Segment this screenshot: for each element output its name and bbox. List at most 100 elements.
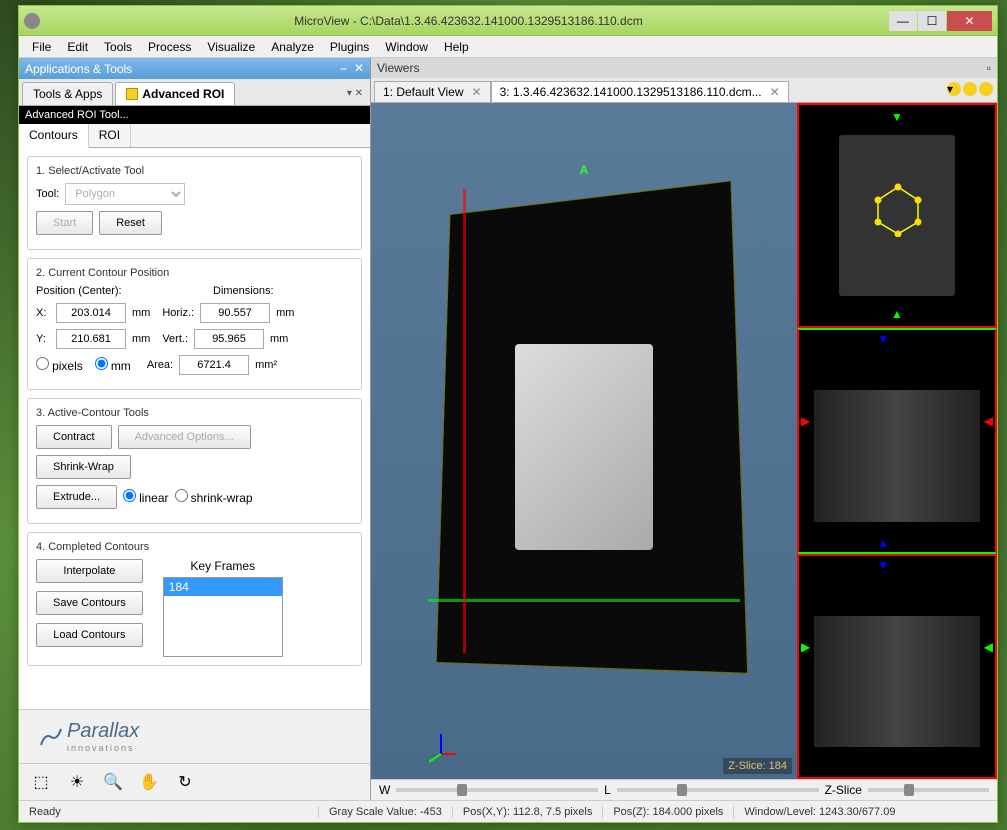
viewers-header-text: Viewers	[377, 61, 419, 75]
axial-slice-view[interactable]: ▼ ▲	[797, 103, 997, 328]
wl-sliders: W L Z-Slice	[371, 779, 997, 800]
vert-input[interactable]	[194, 329, 264, 349]
maximize-button[interactable]: ☐	[918, 11, 946, 31]
titlebar-text: MicroView - C:\Data\1.3.46.423632.141000…	[48, 14, 889, 28]
vert-label: Vert.:	[162, 333, 188, 345]
pan-icon[interactable]: ✋	[137, 770, 161, 794]
statusbar: Ready Gray Scale Value: -453 Pos(X,Y): 1…	[19, 800, 997, 822]
position-center-label: Position (Center):	[36, 285, 141, 297]
3d-viewport[interactable]: A S Z-Slice: 184	[371, 103, 797, 779]
status-posxy: Pos(X,Y): 112.8, 7.5 pixels	[453, 806, 603, 818]
viewer-area: A S Z-Slice: 184 ▼	[371, 103, 997, 779]
menu-file[interactable]: File	[24, 37, 59, 57]
extrude-button[interactable]: Extrude...	[36, 485, 117, 509]
shrink-wrap-button[interactable]: Shrink-Wrap	[36, 455, 131, 479]
horiz-unit: mm	[276, 307, 294, 319]
status-ready: Ready	[19, 806, 319, 818]
l-label: L	[604, 783, 611, 797]
reset-button[interactable]: Reset	[99, 211, 162, 235]
rotate-icon[interactable]: ↻	[173, 770, 197, 794]
close-tab-icon[interactable]: ✕	[472, 85, 482, 99]
roi-tab-icon	[126, 88, 138, 100]
y-input[interactable]	[56, 329, 126, 349]
cube-icon[interactable]: ⬚	[29, 770, 53, 794]
tab-advanced-roi[interactable]: Advanced ROI	[115, 82, 235, 105]
menu-process[interactable]: Process	[140, 37, 199, 57]
coronal-slice-view[interactable]: ▶ ◀ ▼ ▲	[797, 328, 997, 553]
viewer-refresh-icon[interactable]	[979, 82, 993, 96]
level-slider[interactable]	[617, 788, 819, 792]
viewer-option-icon[interactable]: ▾	[947, 82, 961, 96]
section3-title: 3. Active-Contour Tools	[36, 407, 353, 419]
panel-header-controls: ⎯ ✕	[337, 61, 364, 76]
shrinkwrap-radio[interactable]: shrink-wrap	[175, 489, 253, 505]
menu-window[interactable]: Window	[377, 37, 436, 57]
viewer-tab-default[interactable]: 1: Default View✕	[374, 81, 491, 102]
section1-title: 1. Select/Activate Tool	[36, 165, 353, 177]
start-button[interactable]: Start	[36, 211, 93, 235]
contract-button[interactable]: Contract	[36, 425, 112, 449]
y-label: Y:	[36, 333, 50, 345]
menu-visualize[interactable]: Visualize	[199, 37, 263, 57]
menu-analyze[interactable]: Analyze	[263, 37, 322, 57]
status-gray: Gray Scale Value: -453	[319, 806, 453, 818]
y-unit: mm	[132, 333, 150, 345]
content-area: Applications & Tools ⎯ ✕ Tools & Apps Ad…	[19, 58, 997, 800]
menu-plugins[interactable]: Plugins	[322, 37, 377, 57]
section-active-contour: 3. Active-Contour Tools Contract Advance…	[27, 398, 362, 524]
save-contours-button[interactable]: Save Contours	[36, 591, 143, 615]
brightness-icon[interactable]: ☀	[65, 770, 89, 794]
section-completed-contours: 4. Completed Contours Interpolate Save C…	[27, 532, 362, 666]
mm-radio[interactable]: mm	[95, 357, 131, 373]
keyframes-list[interactable]: 184	[163, 577, 283, 657]
window-slider[interactable]	[396, 788, 598, 792]
horiz-label: Horiz.:	[162, 307, 194, 319]
titlebar[interactable]: MicroView - C:\Data\1.3.46.423632.141000…	[19, 6, 997, 36]
slice-views: ▼ ▲ ▶ ◀ ▼ ▲ ▶ ◀ ▼	[797, 103, 997, 779]
parallax-logo-icon	[39, 725, 63, 749]
window-controls: — ☐ ✕	[889, 11, 992, 31]
tool-body: 1. Select/Activate Tool Tool: Polygon St…	[19, 148, 370, 709]
viewers-panel-menu-icon[interactable]: ▫	[987, 61, 991, 75]
left-panel: Applications & Tools ⎯ ✕ Tools & Apps Ad…	[19, 58, 371, 800]
viewers-header: Viewers ▫	[371, 58, 997, 78]
advanced-options-button[interactable]: Advanced Options...	[118, 425, 251, 449]
zoom-icon[interactable]: 🔍	[101, 770, 125, 794]
sub-tab-roi[interactable]: ROI	[89, 124, 131, 147]
viewer-tab-dcm[interactable]: 3: 1.3.46.423632.141000.1329513186.110.d…	[491, 81, 789, 102]
horiz-input[interactable]	[200, 303, 270, 323]
w-label: W	[379, 783, 390, 797]
minimize-button[interactable]: —	[889, 11, 917, 31]
tab-tools-apps[interactable]: Tools & Apps	[22, 82, 113, 105]
sub-tabs: Contours ROI	[19, 124, 370, 148]
section-select-tool: 1. Select/Activate Tool Tool: Polygon St…	[27, 156, 362, 250]
panel-minimize-icon[interactable]: ⎯	[341, 61, 347, 75]
menu-tools[interactable]: Tools	[96, 37, 140, 57]
close-button[interactable]: ✕	[947, 11, 992, 31]
sagittal-slice-view[interactable]: ▶ ◀ ▼	[797, 554, 997, 779]
status-posz: Pos(Z): 184.000 pixels	[603, 806, 734, 818]
tool-tabs: Tools & Apps Advanced ROI ▾ ✕	[19, 79, 370, 106]
menu-help[interactable]: Help	[436, 37, 477, 57]
logo-sub: innovations	[67, 743, 139, 753]
linear-radio[interactable]: linear	[123, 489, 168, 505]
interpolate-button[interactable]: Interpolate	[36, 559, 143, 583]
load-contours-button[interactable]: Load Contours	[36, 623, 143, 647]
tab-dropdown-icon[interactable]: ▾ ✕	[343, 88, 367, 99]
pixels-radio[interactable]: pixels	[36, 357, 83, 373]
roi-polygon-icon	[868, 182, 928, 237]
logo-area: Parallax innovations	[19, 709, 370, 763]
x-input[interactable]	[56, 303, 126, 323]
vert-unit: mm	[270, 333, 288, 345]
menubar: File Edit Tools Process Visualize Analyz…	[19, 36, 997, 58]
menu-edit[interactable]: Edit	[59, 37, 96, 57]
z-slice-slider[interactable]	[868, 788, 989, 792]
area-input[interactable]	[179, 355, 249, 375]
panel-close-icon[interactable]: ✕	[354, 61, 364, 75]
section4-title: 4. Completed Contours	[36, 541, 353, 553]
close-tab-icon[interactable]: ✕	[770, 85, 780, 99]
tool-select[interactable]: Polygon	[65, 183, 185, 205]
viewer-gear-icon[interactable]	[963, 82, 977, 96]
keyframe-item[interactable]: 184	[164, 578, 282, 596]
sub-tab-contours[interactable]: Contours	[19, 124, 89, 148]
